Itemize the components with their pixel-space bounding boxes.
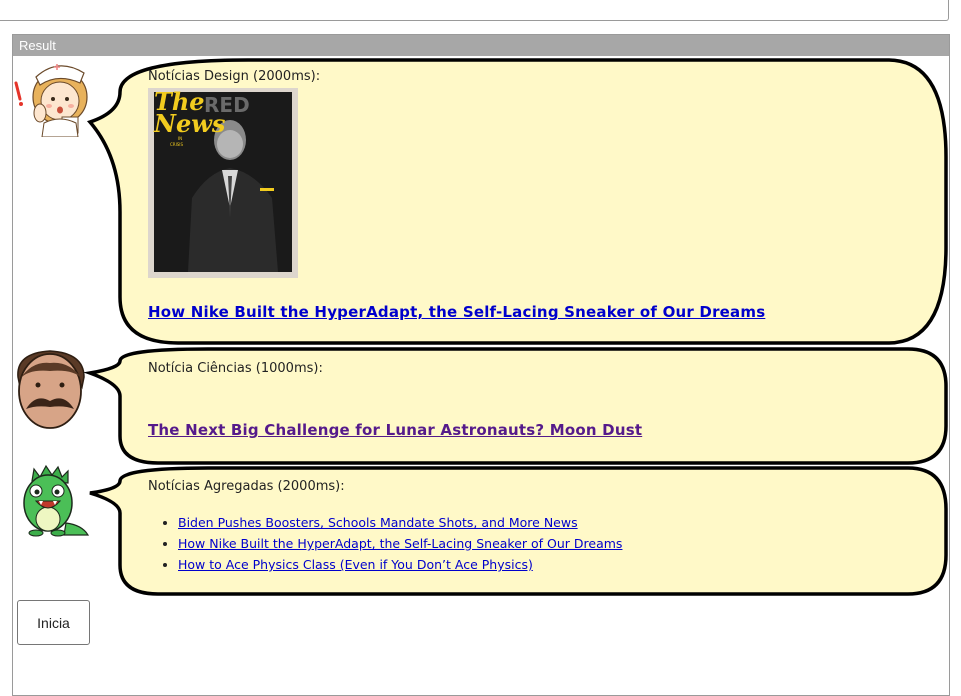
news-label-design: Notícias Design (2000ms): [148,69,321,84]
list-item: Biden Pushes Boosters, Schools Mandate S… [178,512,848,533]
news-link[interactable]: How Nike Built the HyperAdapt, the Self-… [178,536,622,551]
nurse-avatar [10,55,92,141]
news-link[interactable]: How to Ace Physics Class (Even if You Do… [178,557,533,572]
headline-link-design[interactable]: How Nike Built the HyperAdapt, the Self-… [148,303,765,321]
top-pane [0,0,949,21]
news-label-ciencias: Notícia Ciências (1000ms): [148,361,323,376]
cover-subtitle: IN [178,136,182,141]
news-link[interactable]: Biden Pushes Boosters, Schools Mandate S… [178,515,578,530]
list-item: How to Ace Physics Class (Even if You Do… [178,554,848,575]
aggregated-news-list: Biden Pushes Boosters, Schools Mandate S… [148,512,848,575]
magazine-cover-image: RED The News IN CRISIS [148,88,298,278]
start-button[interactable]: Inicia [17,600,90,645]
result-header: Result [13,35,949,56]
headline-link-ciencias[interactable]: The Next Big Challenge for Lunar Astrona… [148,421,642,439]
green-monster-avatar [12,463,90,541]
cover-title-line2: News [153,109,226,138]
news-label-agregadas: Notícias Agregadas (2000ms): [148,479,345,494]
mustache-man-avatar [12,347,90,435]
cover-subtitle-2: CRISIS [170,142,183,147]
list-item: How Nike Built the HyperAdapt, the Self-… [178,533,848,554]
